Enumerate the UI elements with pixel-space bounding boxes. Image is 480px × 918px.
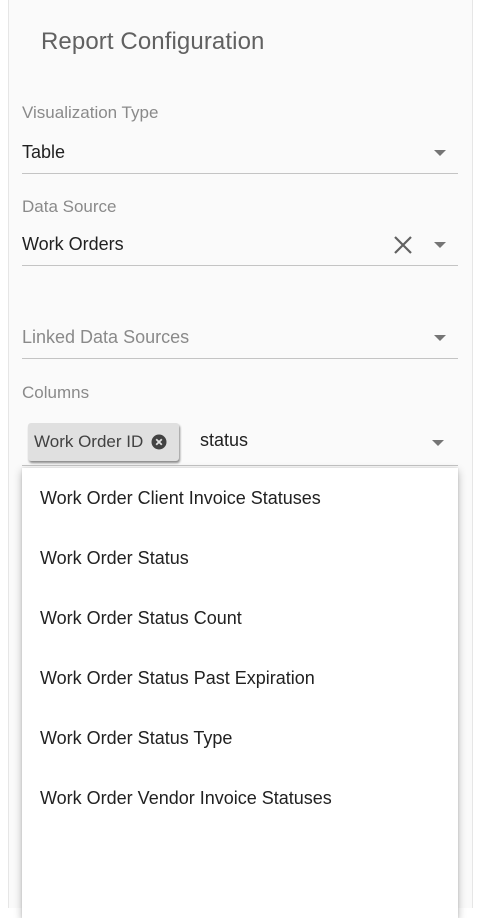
visualization-type-value: Table (22, 142, 66, 162)
columns-underline (22, 465, 458, 466)
caret-down-icon[interactable] (434, 335, 446, 341)
columns-search-input[interactable]: status (200, 430, 248, 451)
chip-label: Work Order ID (34, 432, 144, 451)
menu-item[interactable]: Work Order Status Past Expiration (40, 668, 315, 689)
cancel-circle-icon[interactable] (151, 434, 167, 450)
caret-down-icon[interactable] (432, 440, 444, 446)
menu-item[interactable]: Work Order Vendor Invoice Statuses (40, 788, 332, 809)
columns-label: Columns (22, 383, 90, 402)
caret-down-icon[interactable] (434, 242, 446, 248)
menu-item[interactable]: Work Order Status Type (40, 728, 232, 749)
columns-dropdown-menu: Work Order Client Invoice Statuses Work … (22, 468, 458, 918)
caret-down-icon[interactable] (434, 150, 446, 156)
linked-data-sources-placeholder: Linked Data Sources (22, 327, 190, 347)
data-source-value: Work Orders (22, 234, 124, 254)
column-chip-work-order-id[interactable]: Work Order ID (28, 423, 179, 461)
visualization-type-select[interactable]: Table (22, 136, 458, 174)
visualization-type-label: Visualization Type (22, 103, 159, 122)
data-source-label: Data Source (22, 197, 117, 216)
menu-item[interactable]: Work Order Status (40, 548, 189, 569)
close-icon[interactable] (392, 234, 414, 256)
data-source-select[interactable]: Work Orders (22, 228, 458, 266)
menu-item[interactable]: Work Order Client Invoice Statuses (40, 488, 321, 509)
linked-data-sources-select[interactable]: Linked Data Sources (22, 321, 458, 359)
menu-item[interactable]: Work Order Status Count (40, 608, 242, 629)
panel-title: Report Configuration (41, 28, 265, 55)
